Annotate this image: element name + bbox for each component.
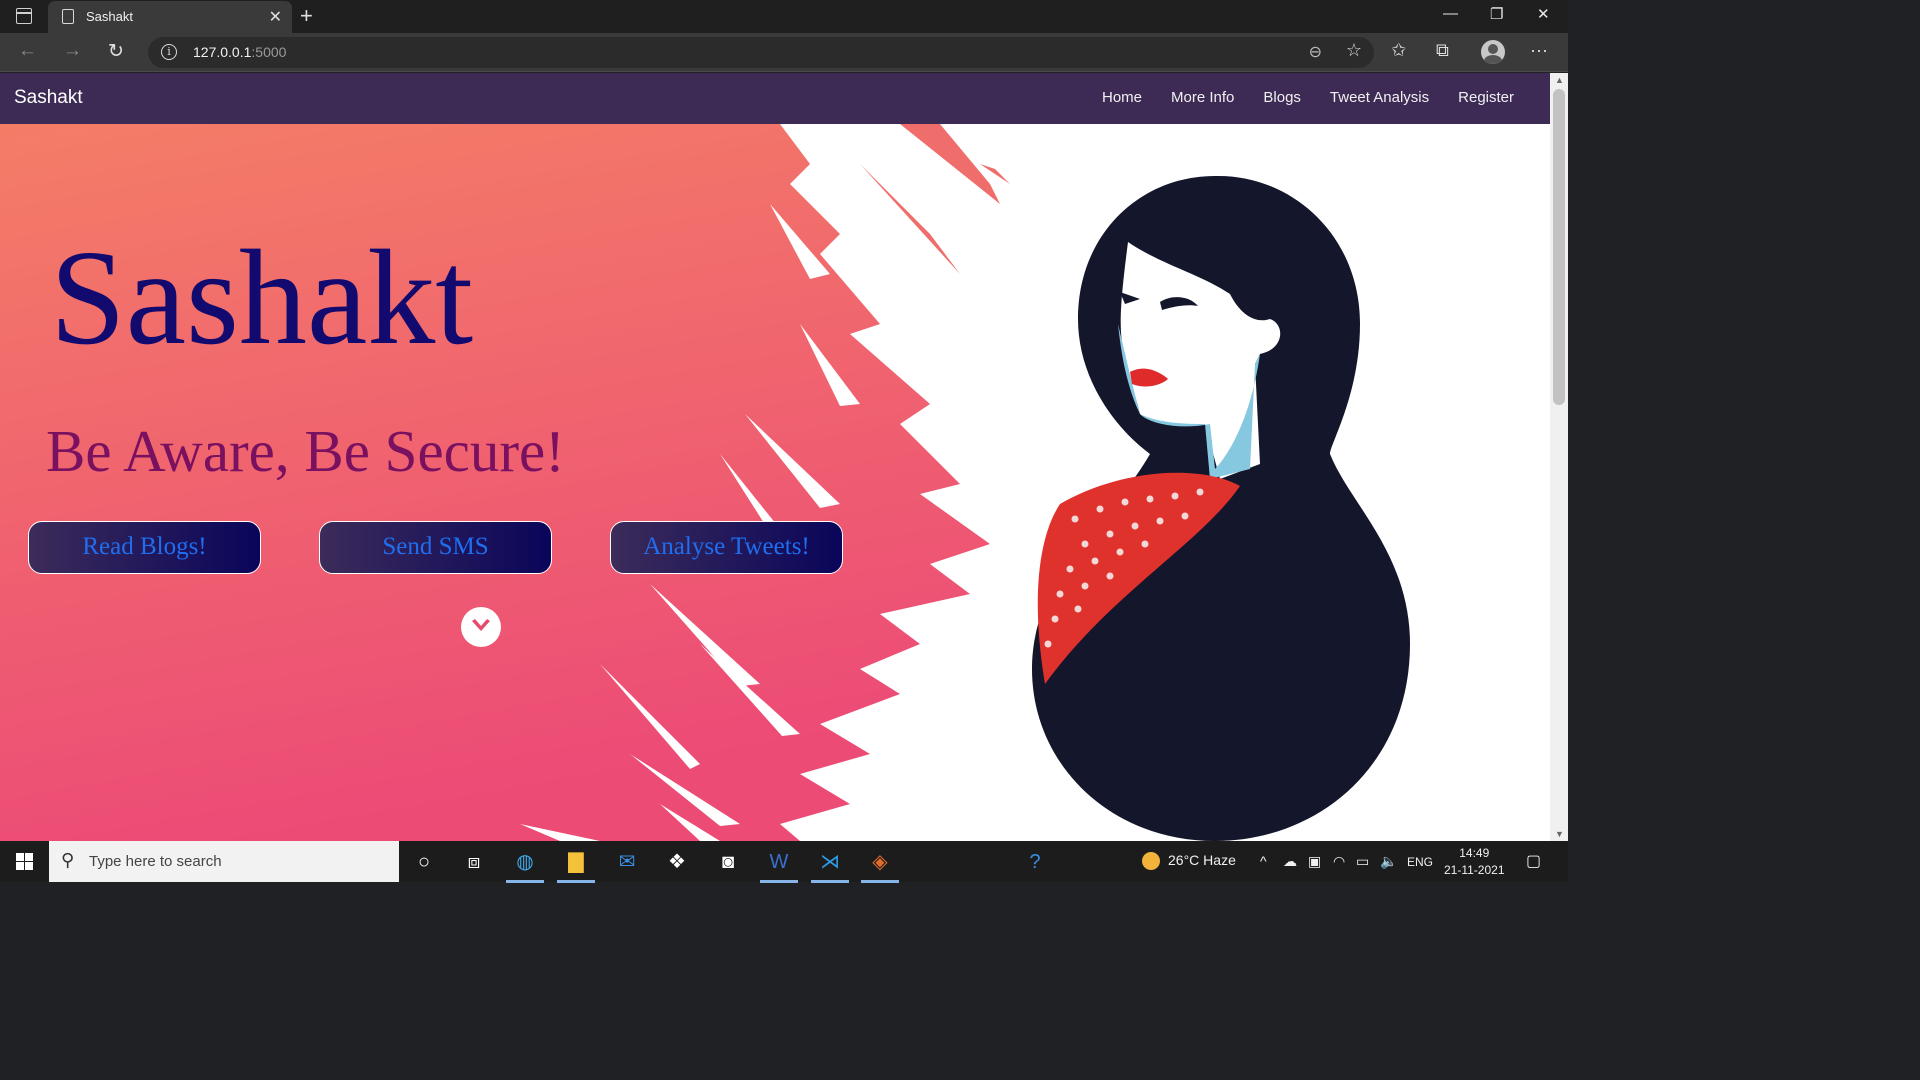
edge-icon[interactable]: ◍: [506, 847, 544, 883]
windows-taskbar: ⚲ Type here to search ○ ⧈ ◍ ▇ ✉ ❖ ◙ W ⋊ …: [0, 841, 1568, 883]
chevron-down-icon: [472, 619, 490, 631]
hero-section: Sashakt Be Aware, Be Secure! Read Blogs!…: [0, 124, 1550, 841]
volume-icon[interactable]: 🔈: [1380, 853, 1397, 870]
page-scrollbar[interactable]: ▲ ▼: [1550, 73, 1568, 841]
new-tab-icon[interactable]: +: [300, 3, 313, 29]
search-placeholder: Type here to search: [89, 853, 222, 870]
forward-icon[interactable]: →: [63, 40, 82, 62]
vscode-icon[interactable]: ⋊: [811, 847, 849, 883]
language-indicator[interactable]: ENG: [1407, 855, 1433, 869]
app-icon[interactable]: ◙: [713, 847, 743, 877]
back-icon[interactable]: ←: [18, 40, 37, 62]
nav-blogs[interactable]: Blogs: [1263, 89, 1301, 106]
weather-widget[interactable]: 26°C Haze: [1142, 852, 1236, 871]
notifications-icon[interactable]: ▢: [1526, 851, 1541, 871]
nav-more-info[interactable]: More Info: [1171, 89, 1234, 106]
more-icon[interactable]: ···: [1530, 40, 1548, 61]
dropbox-icon[interactable]: ❖: [662, 847, 692, 877]
help-icon[interactable]: ?: [1020, 847, 1050, 877]
clock-date: 21-11-2021: [1444, 863, 1505, 877]
window-close-icon[interactable]: ✕: [1537, 5, 1550, 23]
minimize-icon[interactable]: —: [1443, 5, 1458, 22]
url-host: 127.0.0.1: [193, 44, 252, 60]
nav-register[interactable]: Register: [1458, 89, 1514, 106]
windows-start-icon[interactable]: [16, 853, 33, 870]
wifi-icon[interactable]: ◠: [1333, 853, 1345, 870]
tab-title: Sashakt: [86, 9, 133, 24]
site-navbar: Sashakt Home More Info Blogs Tweet Analy…: [0, 73, 1550, 124]
hero-subtitle: Be Aware, Be Secure!: [46, 418, 565, 484]
favorites-icon[interactable]: ✩: [1391, 40, 1406, 61]
clock[interactable]: 14:49 21-11-2021: [1444, 845, 1505, 879]
browser-tab[interactable]: Sashakt ✕: [48, 1, 292, 33]
woman-illustration: [1032, 175, 1410, 841]
url-text: 127.0.0.1:5000: [193, 44, 286, 60]
info-icon[interactable]: i: [161, 44, 177, 60]
search-icon: ⚲: [61, 850, 75, 870]
add-favorite-icon[interactable]: ☆: [1346, 40, 1362, 61]
close-icon[interactable]: ✕: [269, 7, 282, 27]
weather-text: 26°C Haze: [1168, 852, 1236, 868]
taskbar-search[interactable]: ⚲ Type here to search: [49, 841, 399, 882]
refresh-icon[interactable]: ↻: [108, 40, 124, 63]
scroll-down-button[interactable]: [461, 607, 501, 647]
web-page: Sashakt Home More Info Blogs Tweet Analy…: [0, 73, 1550, 841]
site-brand[interactable]: Sashakt: [14, 87, 83, 109]
profile-icon[interactable]: [1481, 40, 1505, 64]
onedrive-icon[interactable]: ☁: [1283, 853, 1297, 870]
hero-title: Sashakt: [50, 223, 474, 373]
restore-icon[interactable]: ❐: [1490, 5, 1503, 23]
weather-icon: [1142, 852, 1160, 871]
scroll-thumb[interactable]: [1553, 89, 1565, 405]
collections-icon[interactable]: ⧉: [1436, 40, 1449, 61]
nav-links: Home More Info Blogs Tweet Analysis Regi…: [1102, 89, 1514, 106]
meet-icon[interactable]: ▣: [1308, 853, 1321, 870]
battery-icon[interactable]: ▭: [1356, 853, 1369, 870]
git-icon[interactable]: ◈: [861, 847, 899, 883]
word-icon[interactable]: W: [760, 847, 798, 883]
scroll-up-icon[interactable]: ▲: [1555, 75, 1564, 85]
tab-actions-icon[interactable]: [16, 8, 32, 24]
cortana-icon[interactable]: ○: [409, 847, 439, 877]
browser-tab-bar: Sashakt ✕ + — ❐ ✕: [0, 0, 1568, 33]
send-sms-button[interactable]: Send SMS: [319, 521, 552, 574]
address-toolbar: ← → ↻ i 127.0.0.1:5000 ⊖ ☆ ✩ ⧉ ···: [0, 33, 1568, 72]
address-field[interactable]: i 127.0.0.1:5000 ⊖ ☆: [148, 37, 1374, 68]
url-port: :5000: [251, 44, 287, 60]
page-icon: [62, 9, 74, 24]
mail-icon[interactable]: ✉: [612, 847, 642, 877]
task-view-icon[interactable]: ⧈: [459, 847, 489, 877]
clock-time: 14:49: [1459, 846, 1490, 860]
chevron-up-icon[interactable]: ^: [1260, 853, 1267, 869]
file-explorer-icon[interactable]: ▇: [557, 847, 595, 883]
read-blogs-button[interactable]: Read Blogs!: [28, 521, 261, 574]
nav-home[interactable]: Home: [1102, 89, 1142, 106]
scroll-down-icon[interactable]: ▼: [1555, 829, 1564, 839]
zoom-out-icon[interactable]: ⊖: [1309, 42, 1322, 62]
nav-tweet-analysis[interactable]: Tweet Analysis: [1330, 89, 1429, 106]
analyse-tweets-button[interactable]: Analyse Tweets!: [610, 521, 843, 574]
